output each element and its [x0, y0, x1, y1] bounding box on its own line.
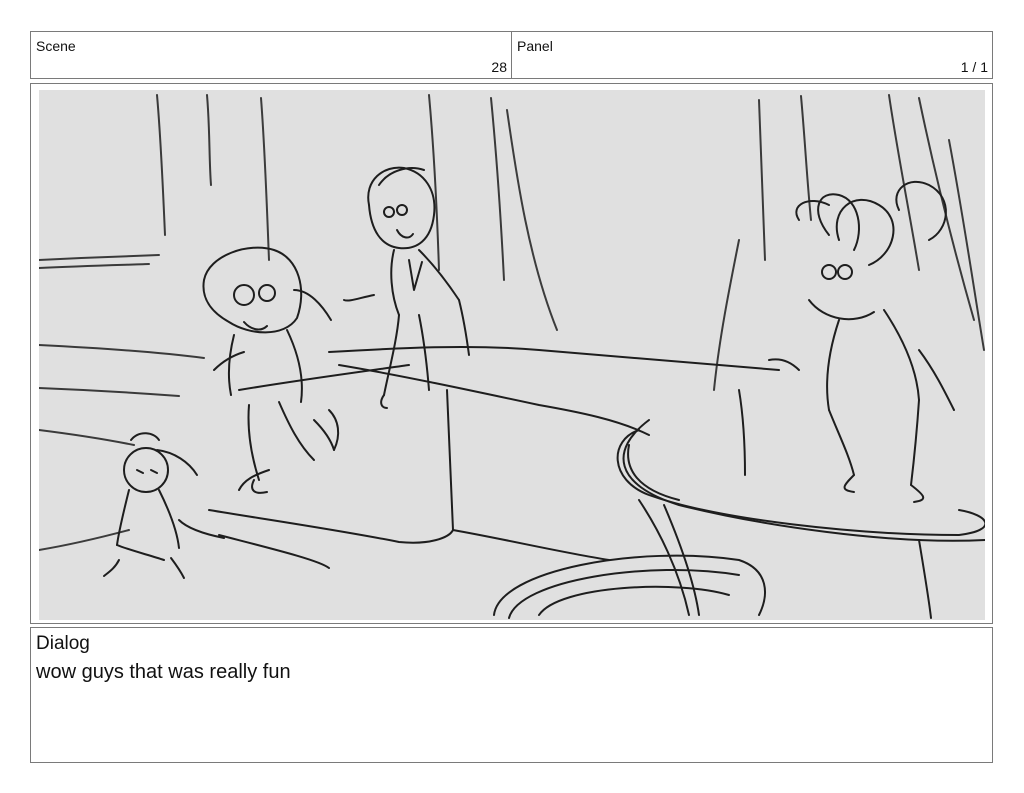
floor-ring: [493, 554, 766, 619]
panel-number: 1 / 1: [960, 59, 988, 75]
small-character-left: [103, 432, 225, 579]
sketch-drawing: [39, 94, 985, 619]
stage-platform: [208, 345, 780, 569]
dialog-text: wow guys that was really fun: [36, 661, 291, 683]
dialog-label: Dialog: [36, 633, 90, 654]
scene-label: Scene: [36, 38, 76, 54]
round-pedestal: [616, 419, 985, 619]
scene-number: 28: [491, 59, 507, 75]
mouse-character: [768, 180, 955, 503]
storyboard-frame: [30, 83, 993, 624]
panel-field: Panel 1 / 1: [511, 31, 993, 79]
background-lines: [39, 94, 985, 551]
panel-label: Panel: [517, 38, 553, 54]
scene-field: Scene 28: [30, 31, 512, 79]
dialog-field: Dialog wow guys that was really fun: [30, 627, 993, 763]
running-character: [202, 246, 340, 494]
sketch-artwork: [39, 90, 985, 620]
